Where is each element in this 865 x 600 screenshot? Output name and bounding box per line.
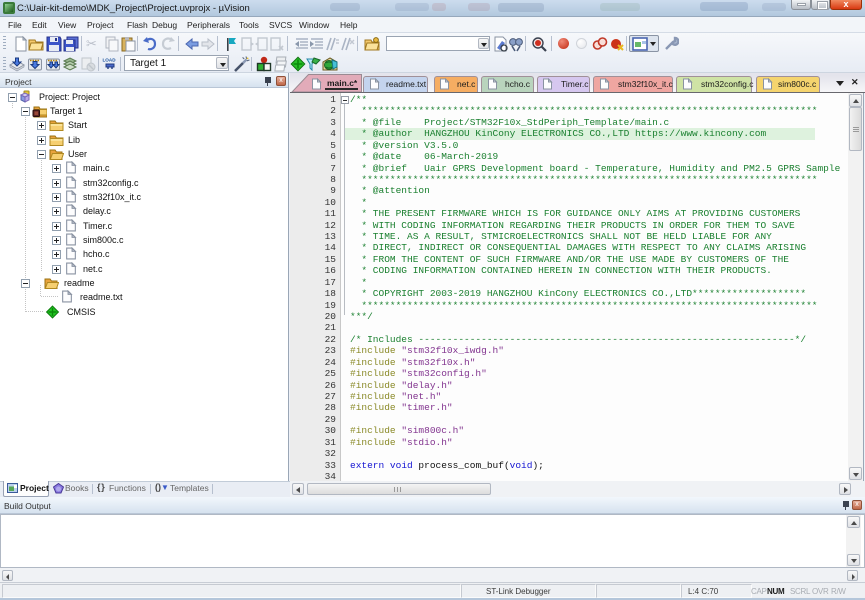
svg-text:LOAD: LOAD	[103, 58, 117, 63]
